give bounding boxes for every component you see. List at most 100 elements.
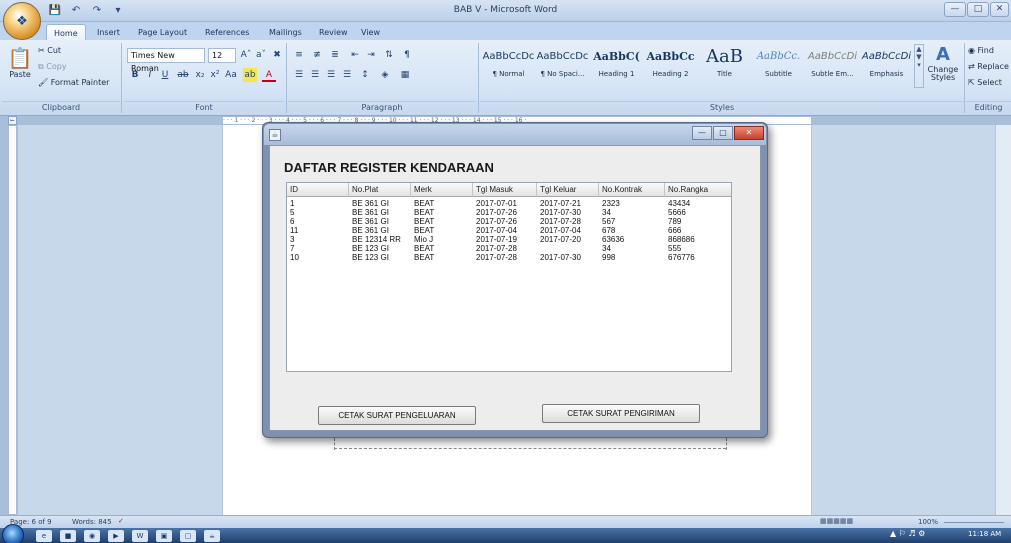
font-name-select[interactable]: Times New Roman <box>127 48 205 73</box>
java-taskbar-icon[interactable]: ☕ <box>204 530 220 542</box>
table-row[interactable]: 6 BE 361 GI BEAT 2017-07-26 2017-07-28 567 789 <box>287 217 731 226</box>
column-header[interactable]: No.Plat <box>349 183 411 197</box>
tab-home[interactable]: Home <box>46 24 86 41</box>
tab-references[interactable]: References <box>198 24 256 41</box>
multilevel-list-icon[interactable]: ≣ <box>328 48 342 62</box>
table-cell: 998 <box>602 253 616 262</box>
table-row[interactable]: 3 BE 12314 RR Mio J 2017-07-19 2017-07-20 636… <box>287 235 731 244</box>
table-row[interactable]: 11 BE 361 GI BEAT 2017-07-04 2017-07-04 678 66… <box>287 226 731 235</box>
table-cell: 567 <box>602 217 616 226</box>
ie-icon[interactable]: e <box>36 530 52 542</box>
highlight-icon[interactable]: ab <box>243 68 257 82</box>
increase-indent-icon[interactable]: ⇥ <box>364 48 378 62</box>
column-header[interactable]: ID <box>287 183 349 197</box>
bullets-icon[interactable]: ≡ <box>292 48 306 62</box>
tab-insert[interactable]: Insert <box>90 24 127 41</box>
italic-icon[interactable]: I <box>143 68 157 82</box>
clear-formatting-icon[interactable]: ✖ <box>270 48 284 62</box>
find-button[interactable]: ◉ Find <box>968 46 994 55</box>
table-row[interactable]: 7 BE 123 GI BEAT 2017-07-28 34 555 <box>287 244 731 253</box>
minimize-button[interactable]: — <box>944 2 966 17</box>
office-button[interactable]: ❖ <box>3 2 41 40</box>
replace-button[interactable]: ⇄ Replace <box>968 62 1009 71</box>
grow-font-icon[interactable]: Aˆ <box>239 48 253 62</box>
shading-icon[interactable]: ◈ <box>378 68 392 82</box>
vertical-ruler[interactable] <box>8 125 17 515</box>
word-taskbar-icon[interactable]: W <box>132 530 148 542</box>
paste-button[interactable]: 📋 Paste <box>6 46 34 92</box>
proofing-icon[interactable]: ✓ <box>118 517 124 525</box>
word-count[interactable]: Words: 845 <box>72 518 112 526</box>
style-subtle-emphasis[interactable]: AaBbCcDi Subtle Em... <box>806 44 859 88</box>
vertical-scrollbar[interactable] <box>995 125 1011 515</box>
align-left-icon[interactable]: ☰ <box>292 68 306 82</box>
tab-view[interactable]: View <box>354 24 387 41</box>
style-heading-2[interactable]: AaBbCc Heading 2 <box>644 44 697 88</box>
align-center-icon[interactable]: ☰ <box>308 68 322 82</box>
column-header[interactable]: Tgl Keluar <box>537 183 599 197</box>
column-header[interactable]: No.Kontrak <box>599 183 665 197</box>
pilcrow-icon[interactable]: ¶ <box>400 48 414 62</box>
table-row[interactable]: 1 BE 361 GI BEAT 2017-07-01 2017-07-21 2323 43… <box>287 199 731 208</box>
print-delivery-letter-button[interactable]: CETAK SURAT PENGIRIMAN <box>542 404 700 423</box>
view-buttons-icon[interactable]: ▦▦▦▦▦ <box>820 517 853 525</box>
style-normal[interactable]: AaBbCcDc ¶ Normal <box>482 44 535 88</box>
line-spacing-icon[interactable]: ↕ <box>358 68 372 82</box>
column-header[interactable]: Tgl Masuk <box>473 183 537 197</box>
table-row[interactable]: 10 BE 123 GI BEAT 2017-07-28 2017-07-30 998 67… <box>287 253 731 262</box>
start-button[interactable] <box>2 524 24 543</box>
maximize-button[interactable]: □ <box>967 2 989 17</box>
change-case-icon[interactable]: Aa <box>224 68 238 82</box>
align-right-icon[interactable]: ☰ <box>324 68 338 82</box>
style-title[interactable]: AaB Title <box>698 44 751 88</box>
column-header[interactable]: No.Rangka <box>665 183 731 197</box>
tab-mailings[interactable]: Mailings <box>262 24 309 41</box>
zoom-slider[interactable] <box>944 522 1004 523</box>
clock[interactable]: 11:18 AM <box>968 530 1001 538</box>
close-button[interactable]: ✕ <box>990 2 1009 17</box>
change-styles-button[interactable]: A Change Styles <box>926 44 960 92</box>
table-row[interactable]: 5 BE 361 GI BEAT 2017-07-26 2017-07-30 34 5666 <box>287 208 731 217</box>
tab-page-layout[interactable]: Page Layout <box>131 24 194 41</box>
print-release-letter-button[interactable]: CETAK SURAT PENGELUARAN <box>318 406 476 425</box>
dialog-close-button[interactable]: ✕ <box>734 126 764 140</box>
tab-review[interactable]: Review <box>312 24 355 41</box>
vehicle-table[interactable]: ID No.Plat Merk Tgl Masuk Tgl Keluar No.… <box>286 182 732 372</box>
select-button[interactable]: ⇱ Select <box>968 78 1002 87</box>
font-size-select[interactable]: 12 <box>208 48 236 63</box>
app-taskbar-icon[interactable]: ▢ <box>180 530 196 542</box>
bold-icon[interactable]: B <box>128 68 142 82</box>
styles-scroll-icon[interactable]: ▲ ▼ ▾ <box>914 44 924 88</box>
decrease-indent-icon[interactable]: ⇤ <box>348 48 362 62</box>
superscript-icon[interactable]: x² <box>208 68 222 82</box>
zoom-level[interactable]: 100% <box>918 518 938 526</box>
dialog-title-bar[interactable]: ☕ — □ ✕ <box>264 124 766 145</box>
tab-selector-icon[interactable]: ⌙ <box>8 116 17 125</box>
column-header[interactable]: Merk <box>411 183 473 197</box>
title-bar: 💾 ↶ ↷ ▾ BAB V - Microsoft Word — □ ✕ <box>0 0 1011 22</box>
format-painter-button[interactable]: 🖌 Format Painter <box>38 78 109 87</box>
numbering-icon[interactable]: ≢ <box>310 48 324 62</box>
app-taskbar-icon[interactable]: ▣ <box>156 530 172 542</box>
dialog-maximize-button[interactable]: □ <box>713 126 733 140</box>
strikethrough-icon[interactable]: ab <box>176 68 190 82</box>
underline-icon[interactable]: U <box>158 68 172 82</box>
style-subtitle[interactable]: AaBbCc. Subtitle <box>752 44 805 88</box>
subscript-icon[interactable]: x₂ <box>193 68 207 82</box>
style-heading-1[interactable]: AaBbC( Heading 1 <box>590 44 643 88</box>
style-emphasis[interactable]: AaBbCcDi Emphasis <box>860 44 913 88</box>
cut-button[interactable]: ✂ Cut <box>38 46 61 55</box>
justify-icon[interactable]: ☰ <box>340 68 354 82</box>
copy-button[interactable]: ⧉ Copy <box>38 62 67 72</box>
table-cell: 2017-07-30 <box>540 253 581 262</box>
chrome-icon[interactable]: ◉ <box>84 530 100 542</box>
sort-icon[interactable]: ⇅ <box>382 48 396 62</box>
media-icon[interactable]: ▶ <box>108 530 124 542</box>
style-no-spacing[interactable]: AaBbCcDc ¶ No Spaci... <box>536 44 589 88</box>
borders-icon[interactable]: ▦ <box>398 68 412 82</box>
shrink-font-icon[interactable]: aˇ <box>254 48 268 62</box>
font-color-icon[interactable]: A <box>262 68 276 82</box>
dialog-minimize-button[interactable]: — <box>692 126 712 140</box>
explorer-icon[interactable]: ■ <box>60 530 76 542</box>
tray-icons[interactable]: ▲ ⚐ ♬ ⚙ <box>890 529 925 538</box>
